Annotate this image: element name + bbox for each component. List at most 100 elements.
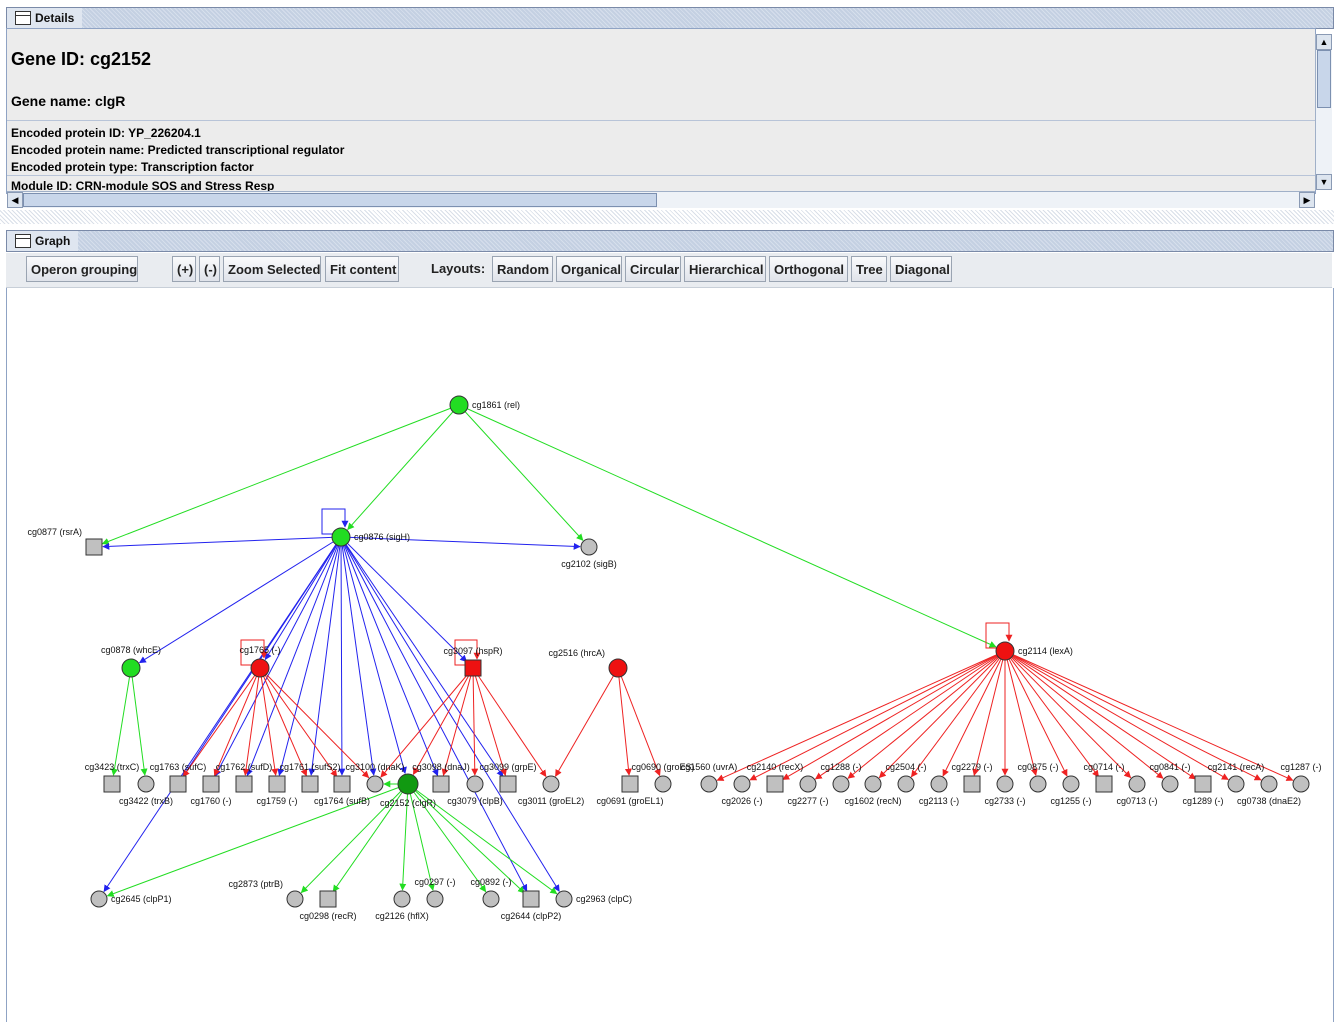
gene-circle-node[interactable] <box>996 775 1014 793</box>
network-graph[interactable]: cg1861 (rel) cg0877 (rsrA) cg0876 (sigH) cg… <box>7 288 1331 1022</box>
gene-node-cg2279[interactable]: cg2279 (-) <box>951 762 993 793</box>
gene-circle-node[interactable] <box>250 658 270 678</box>
gene-node-cg3423[interactable]: cg3423 (trxC) <box>85 762 140 793</box>
gene-node-cg2963[interactable]: cg2963 (clpC) <box>555 890 632 908</box>
layout-circular-button[interactable]: Circular <box>625 256 681 282</box>
gene-node-cg3098[interactable]: cg3098 (dnaJ) <box>412 762 470 793</box>
repressor-edge[interactable] <box>1004 650 1100 778</box>
scroll-right-button[interactable]: ▶ <box>1299 192 1315 208</box>
sigma-edge[interactable] <box>340 536 560 892</box>
repressor-edge[interactable] <box>1004 650 1294 781</box>
repressor-edge[interactable] <box>259 667 338 778</box>
activator-edge[interactable] <box>111 667 132 776</box>
repressor-edge[interactable] <box>910 650 1006 778</box>
repressor-edge[interactable] <box>782 650 1006 780</box>
operon-square-node[interactable] <box>1095 775 1113 793</box>
gene-node-cg3422[interactable]: cg3422 (trxB) <box>119 775 173 806</box>
operon-square-node[interactable] <box>268 775 286 793</box>
gene-node-cg1759[interactable]: cg1759 (-) <box>256 775 298 806</box>
gene-node-cg2733[interactable]: cg2733 (-) <box>984 775 1026 806</box>
repressor-edge[interactable] <box>1004 650 1197 780</box>
gene-circle-node[interactable] <box>1292 775 1310 793</box>
gene-node-cg0877[interactable]: cg0877 (rsrA) <box>27 527 103 556</box>
gene-node-cg1764[interactable]: cg1764 (sufB) <box>314 775 370 806</box>
operon-square-node[interactable] <box>1194 775 1212 793</box>
gene-circle-node[interactable] <box>426 890 444 908</box>
repressor-edge[interactable] <box>617 667 632 776</box>
gene-node-cg2516[interactable]: cg2516 (hrcA) <box>548 648 628 678</box>
gene-circle-node[interactable] <box>864 775 882 793</box>
gene-node-cg0892[interactable]: cg0892 (-) <box>470 877 512 908</box>
gene-node-cg1763[interactable]: cg1763 (sufC) <box>150 762 207 793</box>
repressor-edge[interactable] <box>878 650 1006 779</box>
gene-circle-node[interactable] <box>482 890 500 908</box>
gene-circle-node[interactable] <box>799 775 817 793</box>
sigma-edge[interactable] <box>338 536 346 776</box>
details-horizontal-scrollbar[interactable]: ◀ ▶ <box>7 191 1315 208</box>
repressor-edge[interactable] <box>1004 650 1038 776</box>
repressor-edge[interactable] <box>716 650 1006 781</box>
gene-node-cg2873[interactable]: cg2873 (ptrB) <box>228 879 304 908</box>
gene-circle-node[interactable] <box>654 775 672 793</box>
layout-random-button[interactable]: Random <box>492 256 553 282</box>
gene-circle-node[interactable] <box>733 775 751 793</box>
sigma-edge[interactable] <box>138 536 342 664</box>
gene-node-cg1288[interactable]: cg1288 (-) <box>820 762 862 793</box>
sigma-edge[interactable] <box>308 536 342 776</box>
split-pane-divider[interactable] <box>0 210 1334 224</box>
repressor-edge[interactable] <box>242 667 261 776</box>
repressor-edge[interactable] <box>617 667 661 777</box>
scroll-down-button[interactable]: ▼ <box>1316 174 1332 190</box>
repressor-edge[interactable] <box>555 667 619 777</box>
gene-node-cg2126[interactable]: cg2126 (hflX) <box>375 890 429 921</box>
repressor-edge[interactable] <box>814 650 1006 780</box>
horizontal-scroll-thumb[interactable] <box>23 193 657 207</box>
gene-node-cg0298[interactable]: cg0298 (recR) <box>299 890 357 921</box>
operon-square-node[interactable] <box>235 775 253 793</box>
gene-node-cg0878[interactable]: cg0878 (whcE) <box>101 645 161 678</box>
gene-node-cg2504[interactable]: cg2504 (-) <box>885 762 927 793</box>
gene-circle-node[interactable] <box>331 527 351 547</box>
gene-circle-node[interactable] <box>449 395 469 415</box>
gene-node-cg0691[interactable]: cg0691 (groEL1) <box>596 775 664 806</box>
gene-circle-node[interactable] <box>1128 775 1146 793</box>
gene-circle-node[interactable] <box>397 773 419 795</box>
fit-content-button[interactable]: Fit content <box>325 256 399 282</box>
gene-circle-node[interactable] <box>1062 775 1080 793</box>
operon-square-node[interactable] <box>202 775 220 793</box>
gene-node-cg3100[interactable]: cg3100 (dnaK) <box>345 762 405 793</box>
gene-circle-node[interactable] <box>466 775 484 793</box>
activator-edge[interactable] <box>101 404 460 545</box>
activator-edge[interactable] <box>458 404 997 648</box>
gene-node-cg1760[interactable]: cg1760 (-) <box>190 775 232 806</box>
gene-node-cg0841[interactable]: cg0841 (-) <box>1149 762 1191 793</box>
operon-square-node[interactable] <box>621 775 639 793</box>
operon-square-node[interactable] <box>301 775 319 793</box>
operon-square-node[interactable] <box>169 775 187 793</box>
layout-tree-button[interactable]: Tree <box>851 256 887 282</box>
repressor-edge[interactable] <box>749 650 1006 781</box>
scroll-left-button[interactable]: ◀ <box>7 192 23 208</box>
operon-square-node[interactable] <box>432 775 450 793</box>
operon-square-node[interactable] <box>522 890 540 908</box>
gene-circle-node[interactable] <box>897 775 915 793</box>
gene-circle-node[interactable] <box>137 775 155 793</box>
repressor-edge[interactable] <box>380 667 474 778</box>
activator-edge[interactable] <box>130 667 148 776</box>
operon-square-node[interactable] <box>319 890 337 908</box>
operon-square-node[interactable] <box>963 775 981 793</box>
sigma-edge[interactable] <box>340 536 468 663</box>
gene-node-cg1762[interactable]: cg1762 (sufD) <box>216 762 273 793</box>
gene-circle-node[interactable] <box>366 775 384 793</box>
gene-node-cg0297[interactable]: cg0297 (-) <box>414 877 456 908</box>
zoom-out-button[interactable]: (-) <box>199 256 220 282</box>
gene-node-cg0713[interactable]: cg0713 (-) <box>1116 775 1158 806</box>
repressor-edge[interactable] <box>472 667 547 778</box>
repressor-edge[interactable] <box>1004 650 1164 779</box>
layout-diagonal-button[interactable]: Diagonal <box>890 256 952 282</box>
gene-circle-node[interactable] <box>930 775 948 793</box>
layout-hierarchical-button[interactable]: Hierarchical <box>684 256 766 282</box>
sigma-edge[interactable] <box>340 536 439 777</box>
operon-square-node[interactable] <box>103 775 121 793</box>
operon-square-node[interactable] <box>464 659 482 677</box>
